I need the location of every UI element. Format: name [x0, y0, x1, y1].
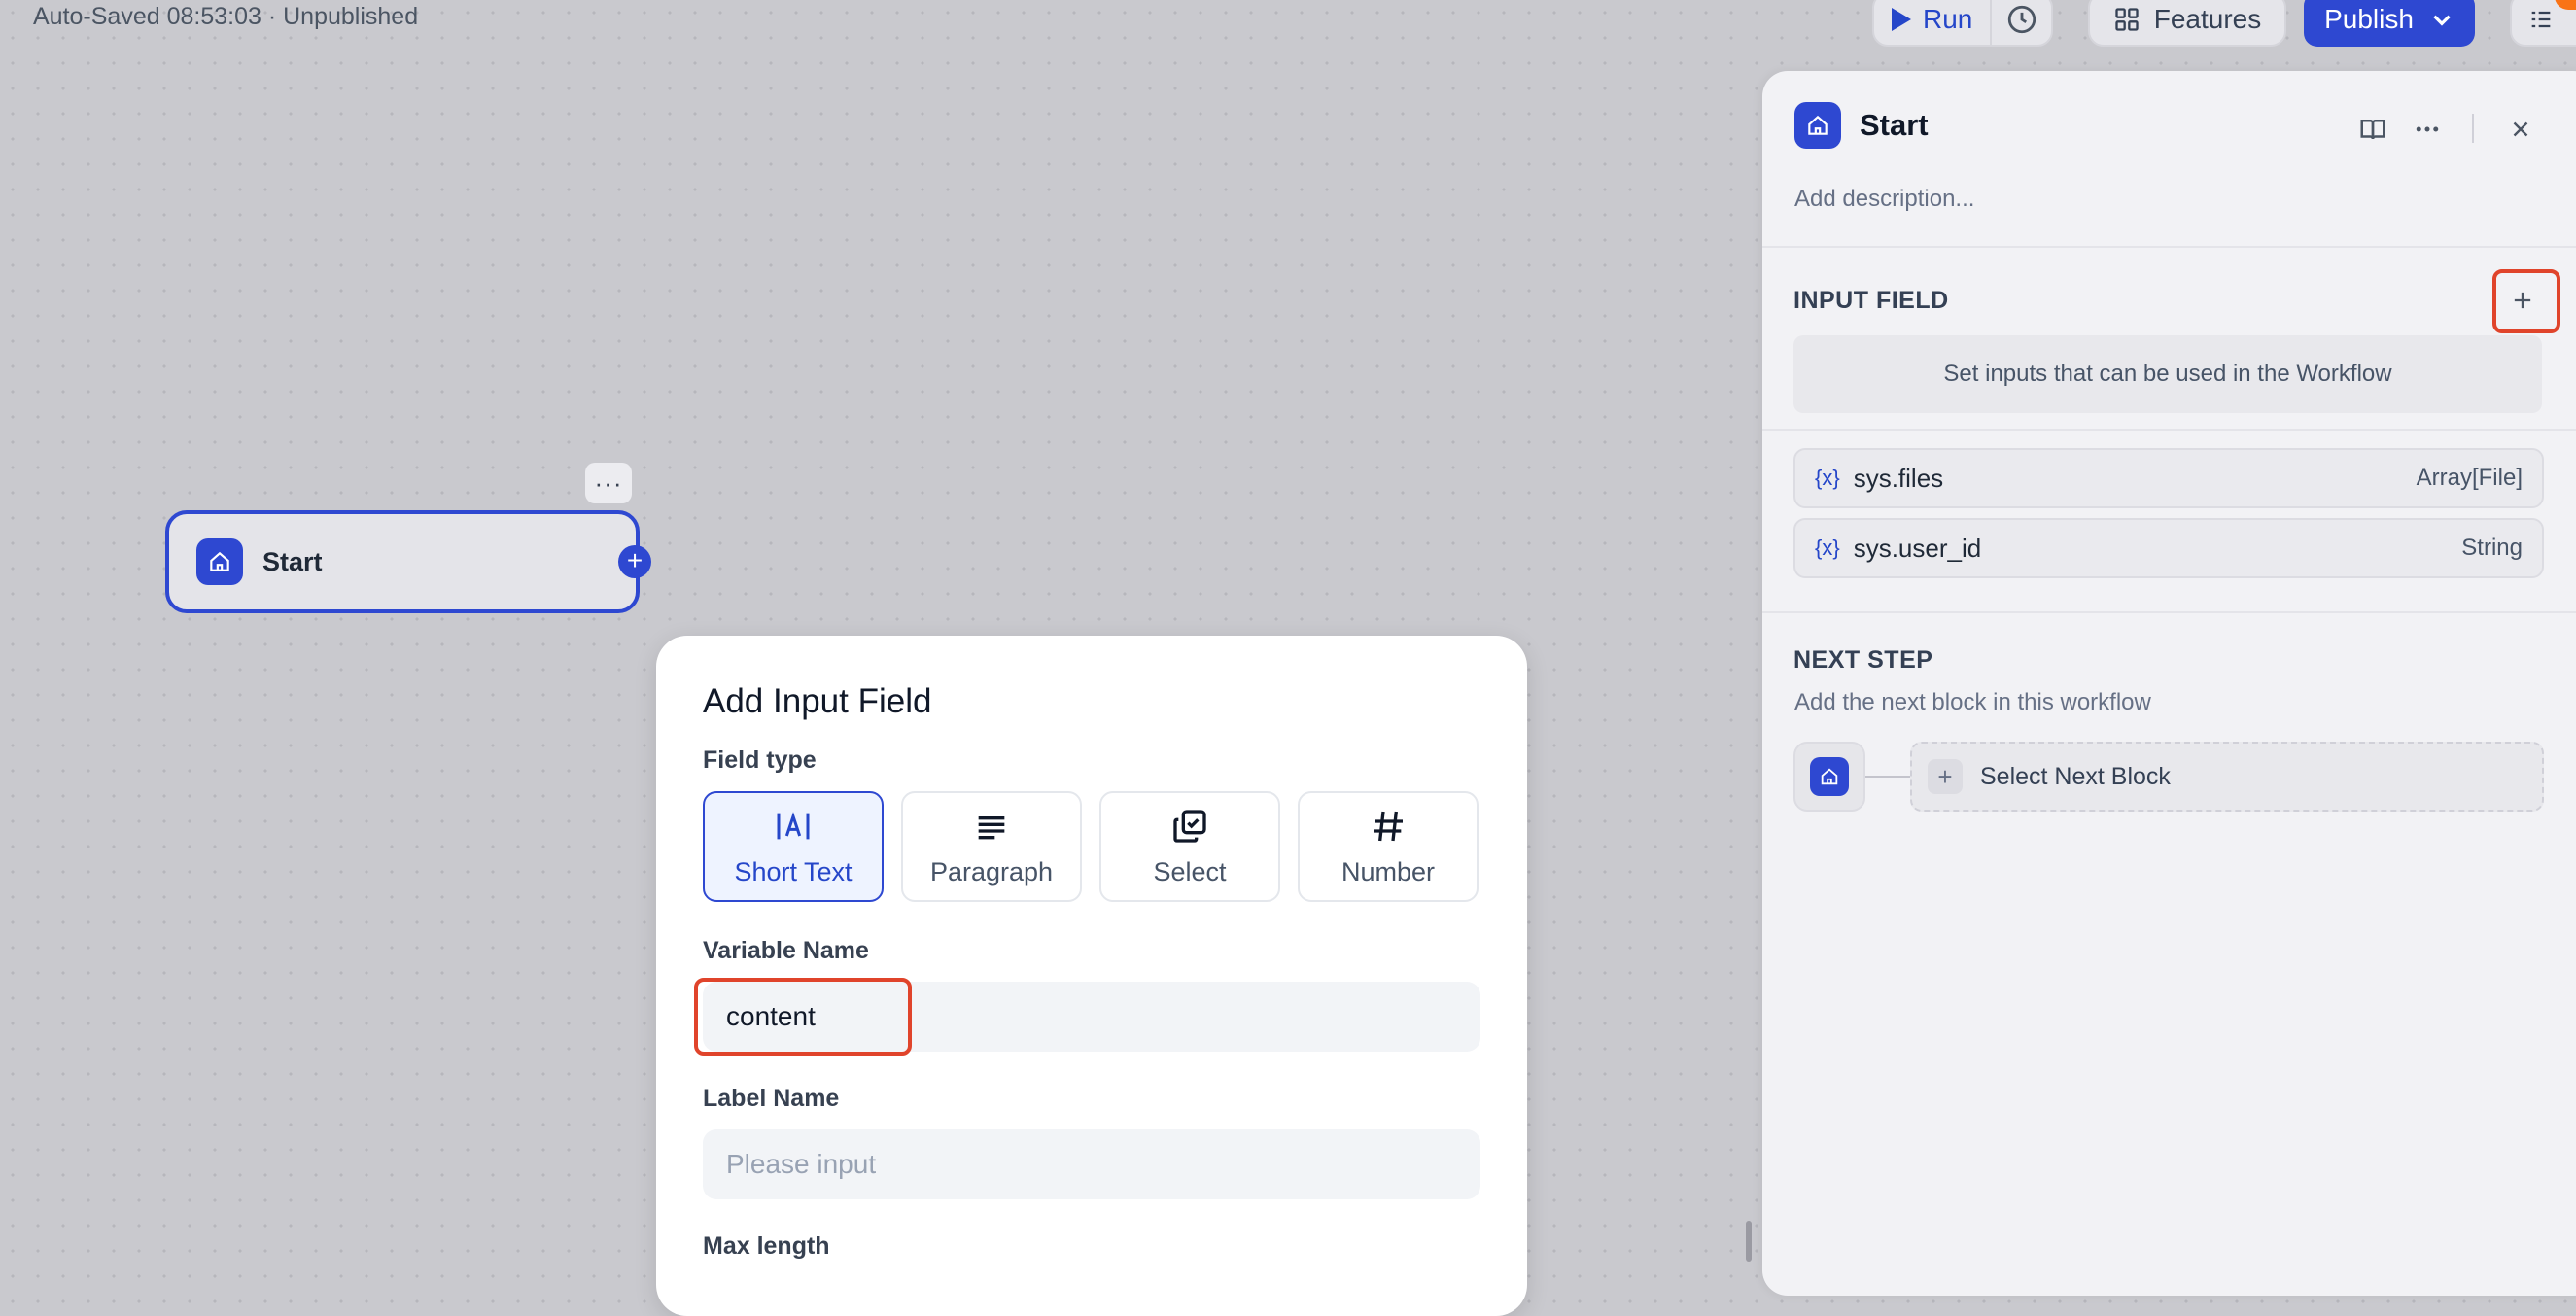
select-icon — [1170, 807, 1209, 846]
variable-name: sys.files — [1853, 463, 1944, 493]
field-type-select[interactable]: Select — [1099, 791, 1280, 902]
highlight-box — [694, 978, 912, 1056]
field-type-label-number: Number — [1340, 856, 1436, 886]
divider — [1762, 246, 2576, 248]
grid-icon — [2115, 8, 2139, 31]
autosave-status: Auto-Saved 08:53:03 · Unpublished — [33, 3, 419, 30]
node-more-button[interactable]: ··· — [585, 463, 632, 503]
variable-icon: {x} — [1815, 466, 1840, 490]
home-icon — [1794, 102, 1841, 149]
field-type-paragraph[interactable]: Paragraph — [901, 791, 1082, 902]
description-input[interactable]: Add description... — [1794, 186, 1974, 213]
panel-title: Start — [1860, 108, 1929, 142]
features-label: Features — [2153, 4, 2262, 34]
run-label: Run — [1923, 4, 1973, 34]
book-icon — [2360, 120, 2385, 140]
field-type-number[interactable]: Number — [1298, 791, 1479, 902]
plus-icon: + — [1928, 759, 1963, 794]
highlight-box — [2492, 269, 2560, 333]
features-button[interactable]: Features — [2088, 0, 2286, 47]
max-length-label: Max length — [703, 1232, 830, 1260]
field-type-label-short-text: Short Text — [734, 856, 853, 886]
node-title: Start — [262, 546, 323, 576]
field-type-label-paragraph: Paragraph — [929, 856, 1054, 886]
input-field-title: INPUT FIELD — [1793, 287, 1949, 314]
canvas-scrollbar[interactable] — [1746, 1221, 1752, 1262]
label-name-label: Label Name — [703, 1085, 840, 1112]
variable-type: String — [2461, 535, 2523, 561]
dialog-title: Add Input Field — [703, 682, 932, 720]
variable-name: sys.user_id — [1853, 533, 1982, 563]
chevron-down-icon — [2433, 15, 2451, 26]
run-button[interactable]: Run — [1874, 0, 1993, 45]
field-type-short-text[interactable]: Short Text — [703, 791, 884, 902]
checklist-icon — [2531, 11, 2551, 28]
variable-type: Array[File] — [2416, 465, 2523, 491]
field-type-label: Field type — [703, 746, 817, 774]
variable-row[interactable]: {x} sys.user_id String — [1793, 518, 2544, 578]
home-icon — [196, 538, 243, 585]
add-next-node-button[interactable]: + — [618, 545, 651, 578]
input-hint: Set inputs that can be used in the Workf… — [1793, 335, 2542, 413]
number-icon — [1369, 807, 1408, 846]
toolbar-divider — [2472, 114, 2474, 143]
field-type-label-select: Select — [1153, 856, 1227, 886]
home-icon — [1810, 757, 1849, 796]
short-text-icon — [774, 807, 813, 846]
publish-label: Publish — [2324, 4, 2414, 34]
next-step-title: NEXT STEP — [1793, 646, 1933, 674]
divider — [1762, 611, 2576, 613]
history-icon — [2007, 5, 2036, 34]
start-node-panel: Start Add description... INPUT FIELD Set… — [1762, 71, 2576, 1296]
docs-button[interactable] — [2353, 110, 2392, 149]
history-button[interactable] — [1992, 3, 2051, 36]
run-group: Run — [1872, 0, 2053, 47]
label-name-input[interactable]: Please input — [703, 1129, 1480, 1199]
divider — [1762, 429, 2576, 431]
publish-button[interactable]: Publish — [2304, 0, 2475, 47]
select-next-label: Select Next Block — [1980, 762, 2171, 790]
close-button[interactable] — [2501, 110, 2540, 149]
next-step-description: Add the next block in this workflow — [1794, 689, 2151, 715]
variable-row[interactable]: {x} sys.files Array[File] — [1793, 448, 2544, 508]
start-node[interactable]: Start — [165, 510, 640, 613]
paragraph-icon — [972, 807, 1011, 846]
close-icon — [2513, 121, 2528, 137]
select-next-block-button[interactable]: + Select Next Block — [1910, 742, 2544, 812]
variable-icon: {x} — [1815, 536, 1840, 560]
add-input-field-dialog: Add Input Field Field type Short Text Pa… — [656, 636, 1527, 1316]
current-block — [1793, 742, 1865, 812]
play-icon — [1892, 8, 1911, 31]
variable-name-label: Variable Name — [703, 937, 869, 964]
more-button[interactable] — [2408, 110, 2447, 149]
connector-line — [1865, 776, 1910, 778]
more-icon — [2416, 126, 2439, 132]
